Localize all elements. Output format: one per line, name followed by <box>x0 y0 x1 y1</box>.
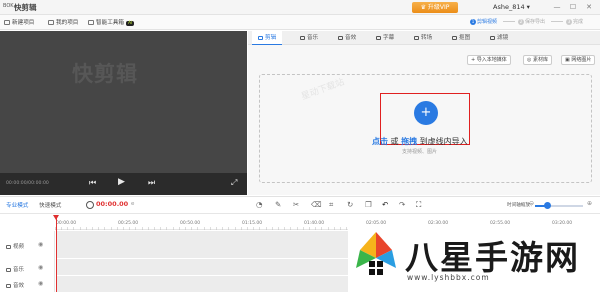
tab-sound[interactable]: 音效 <box>332 31 362 45</box>
tab-subtitle[interactable]: 字幕 <box>370 31 400 45</box>
sound-track-icon <box>6 283 11 288</box>
time-unit: e <box>131 201 135 207</box>
folder-icon <box>48 20 54 25</box>
toolbox-icon <box>88 20 94 25</box>
step-connector <box>551 21 563 22</box>
material-library-button[interactable]: ◎ 素材库 <box>523 55 552 65</box>
clock-icon <box>86 201 94 209</box>
tab-edit[interactable]: 剪辑 <box>252 31 283 45</box>
text-icon <box>376 35 381 40</box>
dropzone-subtext: 支持视频、图片 <box>402 149 438 155</box>
fullscreen-icon[interactable]: ⤢ <box>231 178 237 188</box>
ruler-label: 01:40.00 <box>304 221 325 226</box>
redo-icon[interactable]: ↷ <box>399 200 405 209</box>
video-preview <box>0 31 247 195</box>
playhead-handle[interactable] <box>53 215 59 220</box>
close-icon[interactable]: ✕ <box>584 2 594 12</box>
prev-frame-icon[interactable]: ⏮ <box>89 178 96 188</box>
sound-track-label: 音效 <box>6 281 24 289</box>
music-track-label: 音乐 <box>6 265 24 273</box>
minimize-icon[interactable]: — <box>552 2 562 12</box>
rotate-icon[interactable]: ↻ <box>347 200 353 209</box>
smart-toolbox-button[interactable]: 智能工具箱 AI <box>88 18 135 26</box>
my-projects-button[interactable]: 我的项目 <box>48 18 78 26</box>
undo-icon[interactable]: ↶ <box>382 200 388 209</box>
transition-icon <box>414 35 419 40</box>
sound-track-volume-icon[interactable]: ◉ <box>38 280 43 287</box>
copy-icon[interactable]: ❐ <box>365 200 372 209</box>
pencil-icon[interactable]: ✎ <box>275 200 281 209</box>
tab-cutout[interactable]: 抠图 <box>446 31 476 45</box>
playhead[interactable] <box>56 217 57 292</box>
crop-icon[interactable]: ⌗ <box>329 200 333 210</box>
app-title: 快剪辑 <box>14 3 37 12</box>
ai-cut-icon[interactable]: ⛶ <box>416 200 421 210</box>
video-track-label: 视频 <box>6 242 24 250</box>
speed-icon[interactable]: ◔ <box>256 200 263 209</box>
step-connector <box>503 21 515 22</box>
maximize-icon[interactable]: ☐ <box>568 2 578 12</box>
preview-timecode: 00:00:00/00:00:00 <box>6 181 49 186</box>
tab-music[interactable]: 音乐 <box>294 31 324 45</box>
site-logo-url: www.lyshbbx.com <box>407 273 490 282</box>
crown-icon: ♛ <box>420 4 428 11</box>
new-project-button[interactable]: 新建项目 <box>4 18 34 26</box>
ruler-label: 01:15.00 <box>242 221 263 226</box>
ruler-label: 00:50.00 <box>180 221 201 226</box>
username[interactable]: Ashe_814 ▾ <box>493 3 530 11</box>
delete-icon[interactable]: ⌫ <box>311 200 322 209</box>
video-track-icon <box>6 244 11 249</box>
fast-mode-tab[interactable]: 快速模式 <box>39 201 61 209</box>
web-image-button[interactable]: ▣ 网络图片 <box>561 55 596 65</box>
scissors-icon[interactable]: ✂ <box>293 200 299 209</box>
sound-icon <box>338 35 343 40</box>
ai-badge: AI <box>125 21 135 26</box>
ruler-label: 00:25.00 <box>118 221 139 226</box>
new-project-icon <box>4 20 10 25</box>
ruler-label: 00:00.00 <box>56 221 77 226</box>
tab-filter[interactable]: 滤镜 <box>484 31 514 45</box>
zoom-in-icon[interactable]: ⊕ <box>587 200 592 207</box>
pro-mode-tab[interactable]: 专业模式 <box>6 201 28 209</box>
music-icon <box>300 35 305 40</box>
click-link[interactable]: 点击 <box>372 137 388 146</box>
import-local-media-button[interactable]: + 导入本地媒体 <box>467 55 511 65</box>
upgrade-vip-button[interactable]: ♛ 升级VIP <box>412 2 458 13</box>
play-icon[interactable]: ▶ <box>118 177 125 187</box>
tab-transition[interactable]: 转场 <box>408 31 438 45</box>
preview-watermark: 快剪辑 <box>72 62 138 86</box>
site-logo-text: 八星手游网 <box>405 238 580 277</box>
add-media-button[interactable]: + <box>414 101 438 125</box>
step-done: 3 完成 <box>566 19 584 25</box>
step-edit: 1 剪辑视频 <box>470 19 498 25</box>
zoom-out-icon[interactable]: ⊖ <box>529 200 534 207</box>
step-export: 2 保存导出 <box>518 19 546 25</box>
app-logo-icon: BOK <box>3 3 14 9</box>
dropzone-hint: 点击 或 拖拽 到虚线内导入 <box>372 137 468 146</box>
music-track-volume-icon[interactable]: ◉ <box>38 264 43 271</box>
film-icon <box>258 35 263 40</box>
next-frame-icon[interactable]: ⏭ <box>148 178 155 188</box>
cutout-icon <box>452 35 457 40</box>
filter-icon <box>490 35 495 40</box>
zoom-slider-handle[interactable] <box>544 202 551 209</box>
music-track-icon <box>6 267 11 272</box>
site-logo-icon <box>356 232 396 275</box>
current-time: 00:00.00 <box>96 200 129 208</box>
video-track-visibility-icon[interactable]: ◉ <box>38 241 43 248</box>
